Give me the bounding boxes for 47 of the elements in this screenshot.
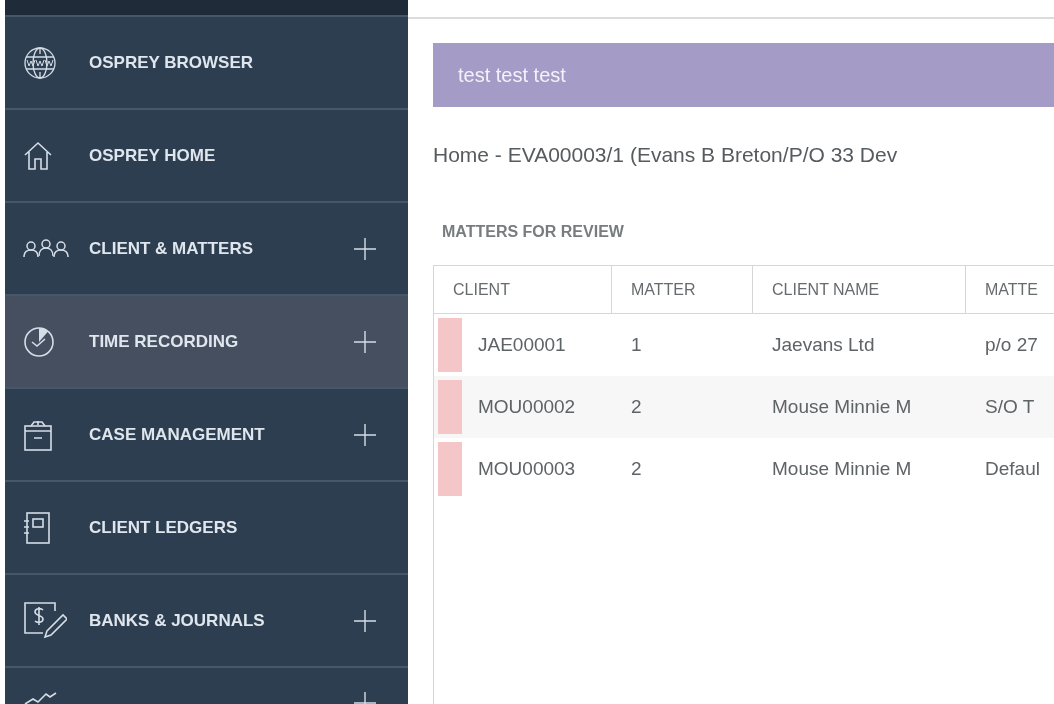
column-header[interactable]: MATTE [966, 266, 1054, 313]
table-cell-text: 1 [630, 334, 643, 356]
plus-icon[interactable] [354, 330, 376, 353]
sidebar-label[interactable]: OSPREY BROWSER [89, 52, 376, 73]
sidebar-item[interactable]: CLIENT LEDGERS [5, 482, 408, 575]
table-row[interactable]: JAE00001 1 Jaevans Ltd p/o 27 [434, 314, 1054, 376]
table-cell-text: Defaul [984, 458, 1041, 480]
plus-icon[interactable] [354, 423, 376, 446]
sidebar-label[interactable]: TIME RECORDING [89, 331, 354, 352]
people-icon [23, 238, 69, 259]
table-cell-text: p/o 27 [984, 334, 1039, 356]
column-header[interactable]: CLIENT NAME [753, 266, 966, 313]
plus-icon[interactable] [354, 237, 376, 260]
chart-icon [23, 692, 57, 704]
table-cell: JAE00001 [478, 334, 566, 356]
sidebar-item[interactable]: OSPREY BROWSER [5, 17, 408, 110]
sidebar-label[interactable]: CASE MANAGEMENT [89, 424, 354, 445]
column-header[interactable]: CLIENT [434, 266, 612, 313]
sidebar-label[interactable]: CLIENT & MATTERS [89, 238, 354, 259]
sidebar-item[interactable]: CASE MANAGEMENT [5, 389, 408, 482]
table-cell-text: 2 [630, 458, 643, 480]
table-cell-text: Mouse Minnie M [771, 396, 913, 418]
plus-icon[interactable] [354, 609, 376, 632]
clock-icon [23, 325, 55, 358]
table-row[interactable]: MOU00003 2 Mouse Minnie M Defaul [434, 438, 1054, 500]
sidebar-label[interactable]: CLIENT LEDGERS [89, 517, 376, 538]
section-title: MATTERS FOR REVIEW [442, 223, 625, 242]
ledger-icon [23, 510, 53, 545]
column-header[interactable]: MATTER [612, 266, 753, 313]
table-cell: MOU00003 [478, 458, 576, 480]
table-cell-text: Mouse Minnie M [771, 458, 913, 480]
dollar-pencil-icon [23, 600, 67, 641]
table-cell-text: Jaevans Ltd [771, 334, 876, 356]
table-cell: MOU00002 [478, 396, 576, 418]
sidebar-label[interactable]: BANKS & JOURNALS [89, 610, 354, 631]
announcement-banner: test test test [433, 43, 1054, 107]
home-icon [23, 140, 53, 171]
sidebar-item[interactable]: BANKS & JOURNALS [5, 575, 408, 668]
globe-icon [23, 45, 57, 80]
table-cell-text: S/O T [984, 396, 1036, 418]
page-title: Home - EVA00003/1 (Evans B Breton/P/O 33 Dev [433, 143, 899, 168]
table-row[interactable]: MOU00002 2 Mouse Minnie M S/O T [434, 376, 1054, 438]
sidebar-item[interactable]: TIME RECORDING [5, 296, 408, 389]
box-icon [23, 418, 53, 451]
sidebar-label[interactable]: OSPREY HOME [89, 145, 376, 166]
sidebar-item[interactable]: OSPREY HOME [5, 110, 408, 203]
table-cell-text: 2 [630, 396, 643, 418]
